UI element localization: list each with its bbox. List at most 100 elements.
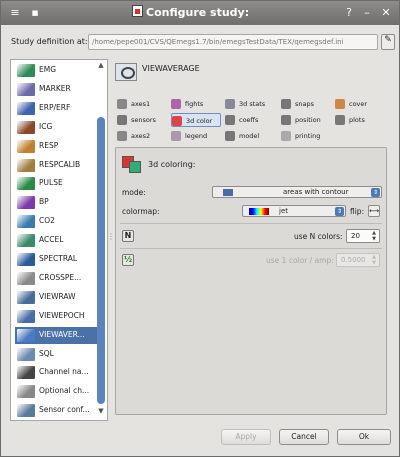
panel-header: VIEWAVERAGE bbox=[115, 59, 393, 85]
tab-coeffs[interactable]: coeffs bbox=[225, 113, 275, 127]
apply-button[interactable]: Apply bbox=[221, 429, 271, 445]
tab-label: 3d stats bbox=[239, 100, 266, 108]
tab-sensors[interactable]: sensors bbox=[117, 113, 167, 127]
mode-select[interactable]: areas with contour ⇕ bbox=[212, 186, 382, 198]
tab-label: 3d color bbox=[186, 117, 213, 125]
spin-arrows-icon[interactable]: ▲ ▼ bbox=[370, 230, 378, 242]
tab-3d-color[interactable]: 3d color bbox=[171, 113, 221, 127]
tab-label: fights bbox=[185, 100, 204, 108]
tab-fights[interactable]: fights bbox=[171, 97, 221, 111]
chevron-down-icon: ⇕ bbox=[371, 188, 380, 197]
sidebar-item[interactable]: ICG bbox=[15, 119, 97, 136]
sidebar-item[interactable]: BP bbox=[15, 194, 97, 211]
sidebar-item[interactable]: CO2 bbox=[15, 213, 97, 230]
window-menu-icon[interactable]: ≡ bbox=[7, 5, 23, 21]
spin-arrows-icon[interactable]: ▲ ▼ bbox=[370, 254, 378, 266]
module-icon bbox=[17, 177, 35, 191]
tab-printing[interactable]: printing bbox=[281, 129, 331, 143]
splitter-handle[interactable]: ⋮ bbox=[107, 232, 115, 241]
close-button[interactable]: ✕ bbox=[378, 5, 394, 21]
pin-icon[interactable]: ■ bbox=[27, 5, 43, 21]
mode-value: areas with contour bbox=[283, 188, 349, 196]
tab-legend[interactable]: legend bbox=[171, 129, 221, 143]
edit-path-button[interactable]: ✎ bbox=[381, 34, 395, 50]
chevron-down-icon: ⇕ bbox=[335, 207, 344, 216]
help-button[interactable]: ? bbox=[341, 5, 357, 21]
flip-button[interactable]: ⟷ bbox=[368, 205, 380, 217]
n-colors-value: 20 bbox=[351, 232, 360, 240]
panel-title: VIEWAVERAGE bbox=[142, 64, 200, 73]
cancel-button[interactable]: Cancel bbox=[279, 429, 329, 445]
sidebar-item[interactable]: RESP bbox=[15, 138, 97, 155]
sidebar-item-label: SPECTRAL bbox=[39, 254, 78, 263]
stats-icon bbox=[225, 99, 235, 109]
mode-swatch bbox=[223, 189, 233, 196]
module-icon bbox=[17, 64, 35, 77]
legend-icon bbox=[171, 131, 181, 141]
axes-icon bbox=[117, 99, 127, 109]
tab-axes2[interactable]: axes2 bbox=[117, 129, 167, 143]
sidebar-item-label: ERP/ERF bbox=[39, 102, 71, 112]
tab-label: snaps bbox=[295, 100, 315, 108]
snaps-icon bbox=[281, 99, 291, 109]
3d-coloring-title: 3d coloring: bbox=[148, 160, 196, 169]
sidebar-item-label: ACCEL bbox=[39, 235, 64, 245]
module-list-scrollbar[interactable]: ▲ ▼ bbox=[96, 61, 106, 417]
tab-snaps[interactable]: snaps bbox=[281, 97, 331, 111]
title-bar[interactable]: ≡ ■ Configure study: ? – ✕ bbox=[1, 1, 399, 25]
divider bbox=[120, 223, 382, 224]
tab-position[interactable]: position bbox=[281, 113, 331, 127]
tab-label: model bbox=[239, 132, 260, 140]
colormap-select[interactable]: jet ⇕ bbox=[242, 205, 346, 217]
tab-axes1[interactable]: axes1 bbox=[117, 97, 167, 111]
study-path-field[interactable]: /home/pepe001/CVS/QEmegs1.7/bin/emegsTes… bbox=[88, 34, 378, 50]
divider bbox=[120, 248, 382, 249]
sidebar-item[interactable]: VIEWEPOCH bbox=[15, 308, 97, 325]
minimize-button[interactable]: – bbox=[359, 5, 375, 21]
scroll-up-icon[interactable]: ▲ bbox=[96, 61, 106, 69]
sidebar-item[interactable]: CROSSPE... bbox=[15, 270, 97, 287]
sidebar-item-label: CO2 bbox=[39, 216, 55, 226]
sidebar-item[interactable]: SQL bbox=[15, 346, 97, 363]
cover-icon bbox=[335, 99, 345, 109]
sidebar-item[interactable]: MARKER bbox=[15, 81, 97, 98]
use-amp-toggle[interactable]: ½ bbox=[122, 254, 134, 266]
3d-coloring-panel: 3d coloring: mode: areas with contour ⇕ … bbox=[115, 147, 387, 415]
tab-model[interactable]: model bbox=[225, 129, 275, 143]
use-n-colors-label: use N colors: bbox=[294, 232, 343, 241]
plots-icon bbox=[335, 115, 345, 125]
sidebar-item[interactable]: PULSE bbox=[15, 175, 97, 192]
module-icon bbox=[17, 366, 35, 380]
tab-3d-stats[interactable]: 3d stats bbox=[225, 97, 275, 111]
scroll-down-icon[interactable]: ▼ bbox=[96, 407, 106, 415]
sidebar-item[interactable]: ERP/ERF bbox=[15, 100, 97, 117]
module-icon bbox=[17, 328, 35, 342]
module-icon bbox=[17, 101, 35, 115]
sidebar-item[interactable]: Optional ch... bbox=[15, 383, 97, 400]
amp-spinbox[interactable]: 0.5000 ▲ ▼ bbox=[336, 253, 380, 267]
sidebar-item[interactable]: Sensor conf... bbox=[15, 402, 97, 419]
window-title-text: Configure study: bbox=[146, 6, 250, 19]
ok-button[interactable]: Ok bbox=[337, 429, 391, 445]
sidebar-item-label: VIEWEPOCH bbox=[39, 310, 85, 320]
study-definition-row: Study definition at: /home/pepe001/CVS/Q… bbox=[11, 34, 395, 50]
module-icon bbox=[17, 271, 35, 285]
module-icon bbox=[17, 309, 35, 323]
use-n-colors-toggle[interactable]: N bbox=[122, 230, 134, 242]
viewaverage-icon bbox=[115, 63, 137, 81]
model-icon bbox=[225, 131, 235, 141]
sidebar-item[interactable]: Channel na... bbox=[15, 364, 97, 381]
sidebar-item[interactable]: SPECTRAL bbox=[15, 251, 97, 268]
sidebar-item[interactable]: VIEWAVER... bbox=[15, 326, 97, 344]
tab-plots[interactable]: plots bbox=[335, 113, 385, 127]
sidebar-item[interactable]: VIEWRAW bbox=[15, 289, 97, 306]
tab-label: plots bbox=[349, 116, 365, 124]
sidebar-item[interactable]: EMG bbox=[15, 62, 97, 79]
sidebar-item-label: ICG bbox=[39, 121, 53, 131]
module-list[interactable]: EMG MARKER ERP/ERF ICG RESP RESPCALIB PULSE BP C… bbox=[10, 59, 108, 421]
sidebar-item[interactable]: ACCEL bbox=[15, 232, 97, 249]
tab-cover[interactable]: cover bbox=[335, 97, 385, 111]
n-colors-spinbox[interactable]: 20 ▲ ▼ bbox=[346, 229, 380, 243]
scroll-thumb[interactable] bbox=[97, 117, 105, 404]
sidebar-item[interactable]: RESPCALIB bbox=[15, 157, 97, 174]
